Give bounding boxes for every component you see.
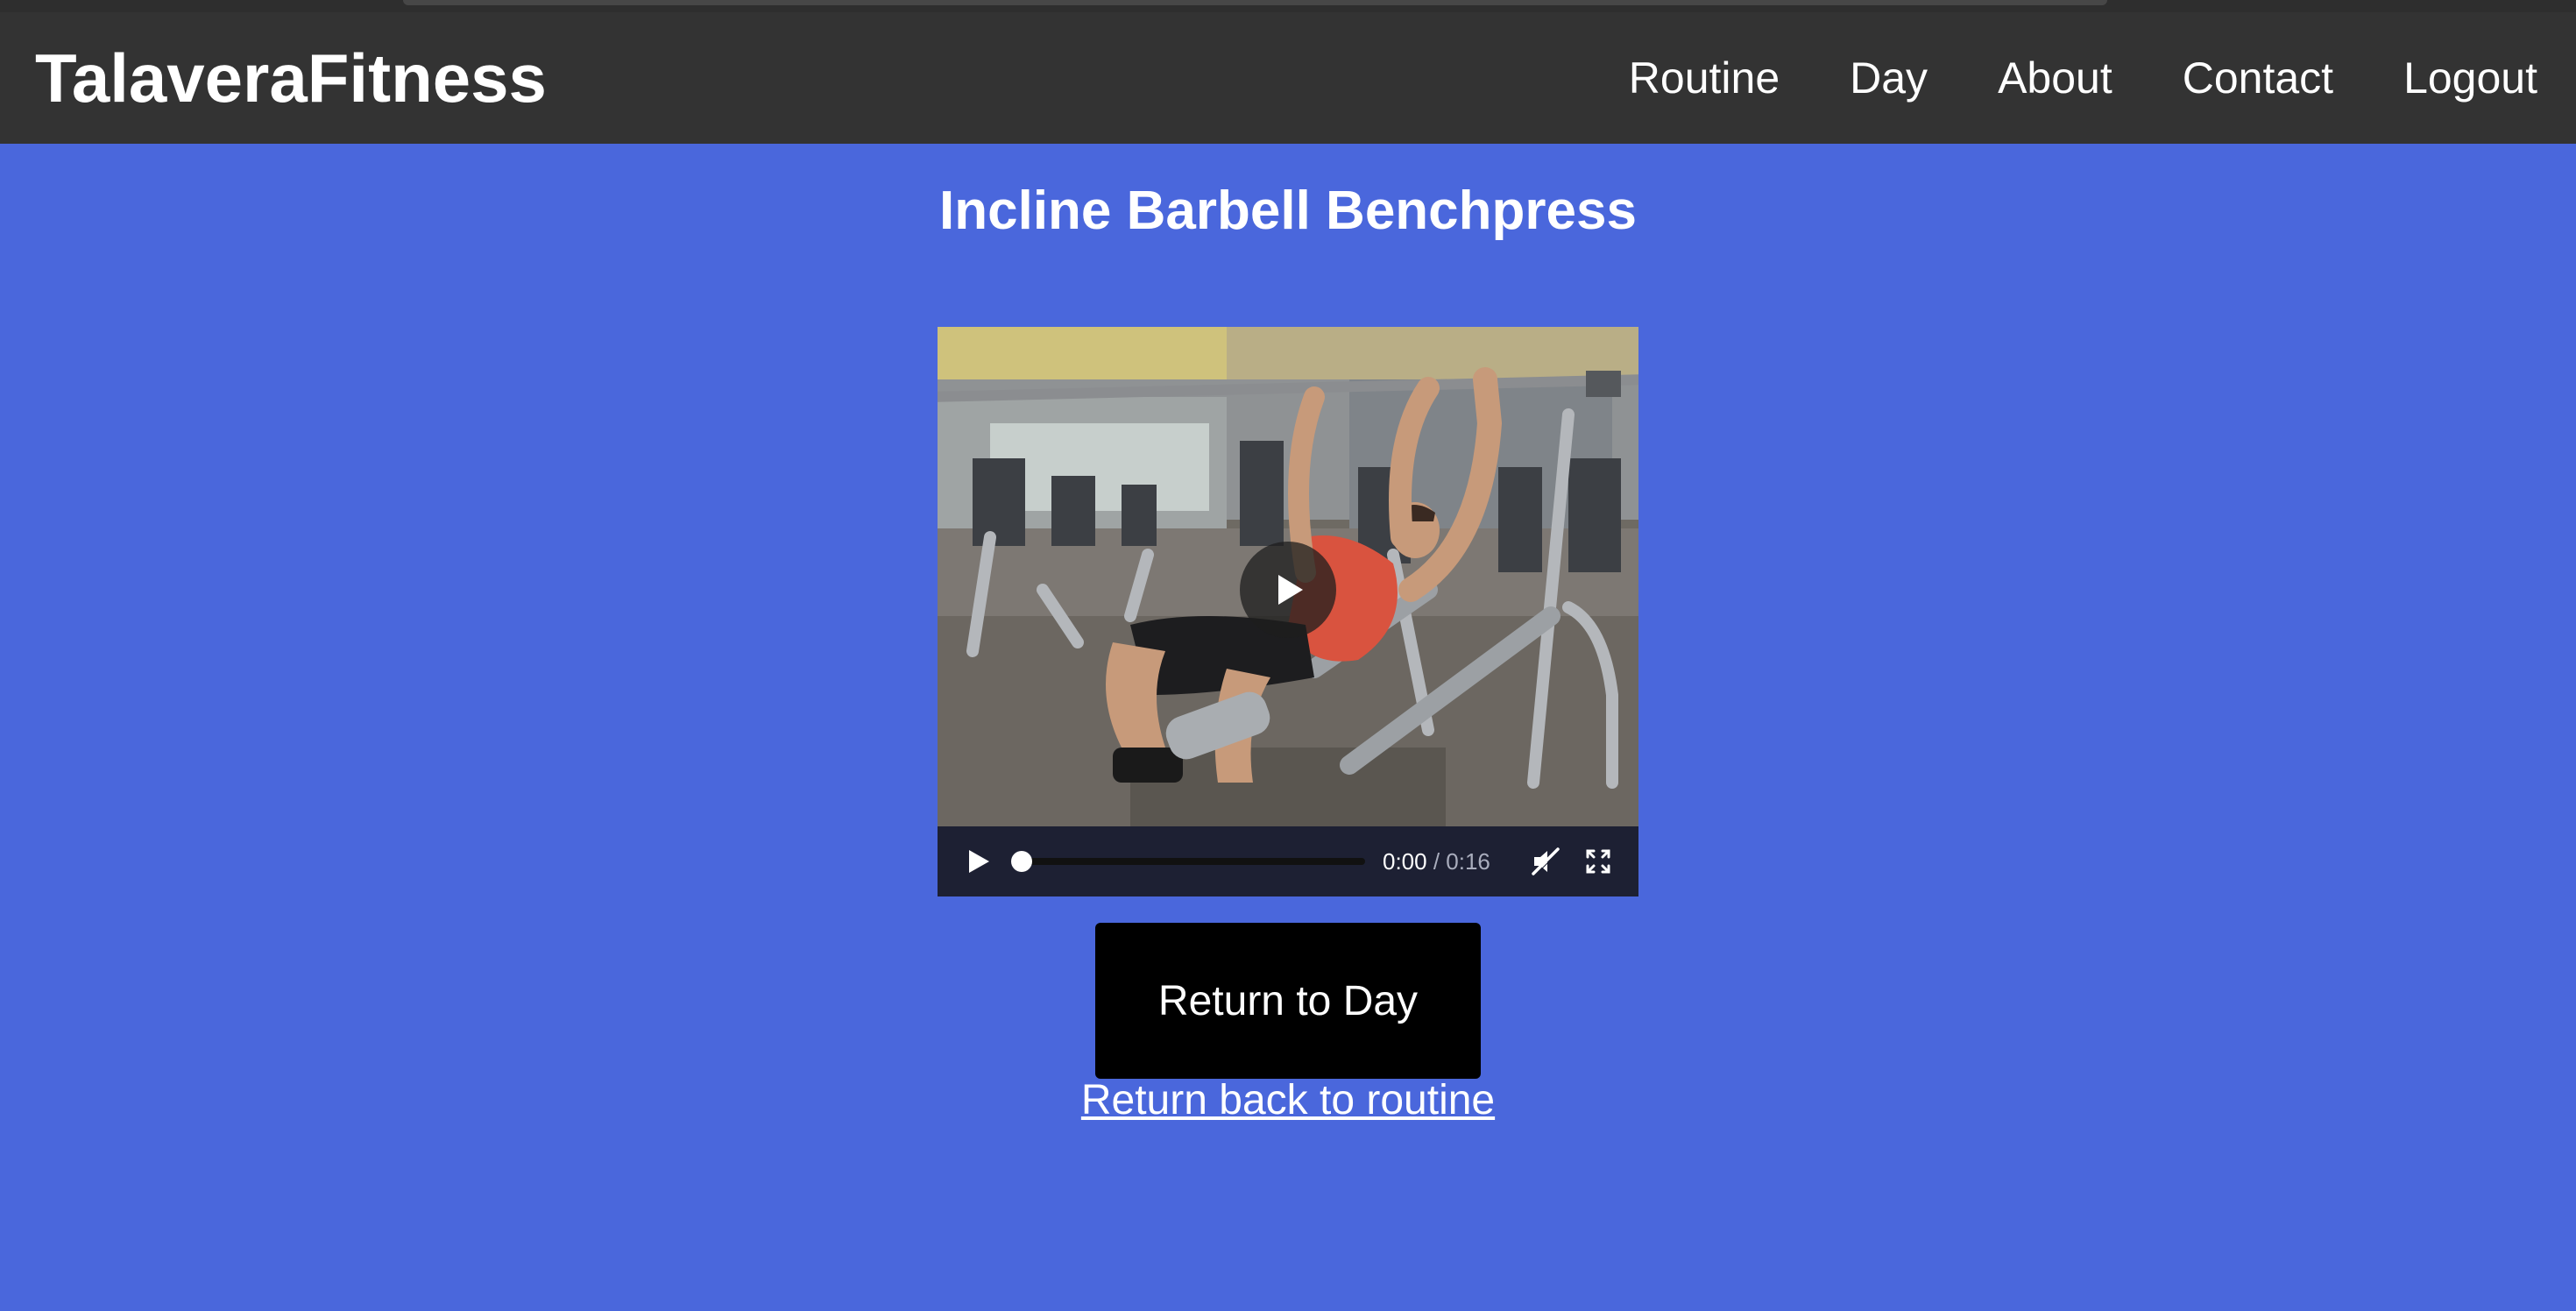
nav-link-routine[interactable]: Routine <box>1629 53 1780 103</box>
video-time-display: 0:00 / 0:16 <box>1383 848 1490 875</box>
video-controls-right <box>1528 844 1616 879</box>
nav-link-logout[interactable]: Logout <box>2403 53 2537 103</box>
video-time-separator: / <box>1426 847 1447 875</box>
page-title: Incline Barbell Benchpress <box>939 181 1637 241</box>
video-duration: 0:16 <box>1446 847 1490 875</box>
return-to-day-button[interactable]: Return to Day <box>1095 923 1481 1079</box>
play-icon <box>969 850 989 873</box>
nav-link-day[interactable]: Day <box>1850 53 1928 103</box>
video-progress-thumb[interactable] <box>1011 851 1032 872</box>
play-icon <box>1278 575 1303 605</box>
fullscreen-icon <box>1586 849 1610 874</box>
browser-tab-bar <box>403 0 2107 5</box>
muted-speaker-icon <box>1532 847 1560 876</box>
browser-top-strip <box>0 0 2576 12</box>
nav-link-contact[interactable]: Contact <box>2183 53 2333 103</box>
navbar: TalaveraFitness Routine Day About Contac… <box>0 12 2576 144</box>
control-play-button[interactable] <box>960 844 995 879</box>
exercise-video-player[interactable]: 0:00 / 0:16 <box>938 327 1638 896</box>
nav-link-about[interactable]: About <box>1998 53 2112 103</box>
nav-links: Routine Day About Contact Logout <box>1629 53 2541 103</box>
big-play-button[interactable] <box>1240 542 1336 638</box>
video-controls: 0:00 / 0:16 <box>938 826 1638 896</box>
mute-button[interactable] <box>1528 844 1563 879</box>
video-current-time: 0:00 <box>1383 847 1427 875</box>
fullscreen-button[interactable] <box>1581 844 1616 879</box>
video-progress-bar[interactable] <box>1011 851 1365 872</box>
return-to-routine-link[interactable]: Return back to routine <box>1081 1077 1495 1123</box>
return-routine-container: Return back to routine <box>0 1076 2576 1124</box>
brand-logo-link[interactable]: TalaveraFitness <box>35 39 547 118</box>
